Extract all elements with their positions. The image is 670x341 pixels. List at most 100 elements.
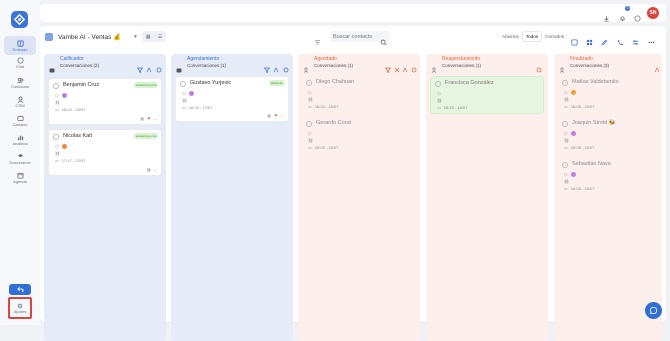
sidebar-item-crm[interactable]: CRM	[0, 95, 40, 108]
chevron-down-icon[interactable]: ⌄	[281, 113, 284, 118]
contact-card[interactable]: Matías Valdebenito ⬡ ⛓ ▭ 16:08 - 16/07	[558, 76, 658, 114]
link-icon: ⛓	[564, 138, 570, 143]
gear-icon[interactable]	[283, 60, 290, 73]
column-title: Agendado	[314, 56, 337, 62]
link-icon: ⛓	[55, 100, 61, 105]
contact-card[interactable]: Joaquin Strobl 🐝 ⬡ ⛓ ▭ 16:08 - 16/07	[558, 117, 658, 155]
link-icon: ⛓	[55, 151, 61, 156]
kanban-column-finalizado: Finalizado Conversaciones (3) Matías Val…	[554, 54, 662, 341]
status-badge: asistente por ia	[133, 82, 158, 88]
sidebar-item-contactos[interactable]: Contactos	[0, 76, 40, 89]
contact-card[interactable]: Francisca González ⬡ ⛓ ▭ 16:10 - 16/07	[430, 76, 544, 114]
card-date: 16:24 - 16/07	[314, 104, 339, 109]
contact-card[interactable]: Sebastián Nava ⬡ ⛓ ▭ 16:06 - 16/07	[558, 158, 658, 196]
card-date: 16:34 - 17/07	[188, 105, 213, 110]
sidebar: Embudo Chat Contactos CRM Canales Analit…	[0, 0, 40, 325]
sidebar-item-agenda[interactable]: Agenda	[0, 171, 40, 184]
automation-icon[interactable]	[273, 60, 280, 73]
link-row: ⛓	[182, 98, 187, 103]
filter-icon[interactable]	[263, 60, 271, 74]
gear-icon[interactable]	[536, 60, 543, 73]
user-icon	[559, 60, 566, 73]
automation-icon[interactable]	[654, 60, 661, 73]
sidebar-item-label: Contactos	[10, 84, 29, 89]
card-date: 16:08 - 16/07	[570, 145, 595, 150]
sidebar-item-chat[interactable]: Chat	[0, 56, 40, 69]
tag-icon: ⬡	[55, 93, 59, 98]
shuffle-icon[interactable]	[394, 60, 401, 73]
calendar-icon: ▭	[55, 107, 59, 112]
link-row: ⛓	[55, 100, 60, 105]
search-icon[interactable]	[380, 33, 387, 46]
contact-name: Nicolas Kalt	[63, 133, 93, 139]
link-row: ⛓	[308, 138, 313, 143]
layout-icon[interactable]	[586, 33, 594, 46]
avatar	[435, 81, 441, 87]
filter-icon[interactable]	[384, 60, 392, 74]
card-date: 17:17 - 22/07	[61, 158, 86, 163]
edit-icon[interactable]	[601, 33, 609, 46]
list-view-icon[interactable]: ☰	[158, 34, 162, 40]
flag-icon[interactable]: ⚑	[274, 113, 278, 118]
contact-card[interactable]: Nicolas Kalt asistente por ia ⬡ ⛓ ▭ 17:17…	[48, 129, 162, 176]
tag-row: ⬡	[564, 172, 576, 177]
automation-icon[interactable]	[402, 60, 409, 73]
download-icon[interactable]	[603, 9, 611, 22]
agent-avatar-dot	[570, 90, 576, 95]
link-icon: ⛓	[564, 179, 570, 184]
column-count: Conversaciones (1)	[442, 63, 482, 68]
sidebar-item-canales[interactable]: Canales	[0, 114, 40, 127]
more-options-icon[interactable]	[648, 33, 656, 44]
column-title: Reagendamiento	[442, 56, 481, 62]
chevron-down-icon[interactable]: ⌄	[154, 167, 157, 172]
segment-cerrados[interactable]: Cerrados	[542, 32, 567, 41]
automation-icon[interactable]	[146, 60, 153, 73]
tag-icon: ⬡	[182, 91, 186, 96]
view-toggle[interactable]: ▦ ☰	[142, 31, 166, 42]
grid-view-icon[interactable]: ▦	[146, 34, 151, 40]
board-icon	[45, 33, 53, 41]
link-icon: ⛓	[437, 98, 443, 103]
sliders-icon[interactable]	[632, 33, 640, 45]
contact-card[interactable]: Diego Chahuan ⬡ ⛓ ▭ 16:24 - 16/07	[302, 76, 416, 114]
board-panel: Vambe AI - Ventas 💰 ▼ ▦ ☰ Abiertos Todos…	[40, 26, 666, 341]
column-count: Conversaciones (1)	[314, 63, 354, 68]
contact-card[interactable]: Gerardo Cood ⬡ ⛓ ▭ 16:02 - 16/07	[302, 117, 416, 155]
link-row: ⛓	[308, 97, 313, 102]
sidebar-item-analitica[interactable]: Analitica	[0, 133, 40, 146]
column-header: Finalizado Conversaciones (3)	[554, 54, 662, 73]
segment-todos[interactable]: Todos	[521, 31, 543, 42]
agent-avatar-dot	[61, 144, 67, 149]
phone-icon[interactable]	[617, 33, 625, 46]
help-icon[interactable]	[634, 9, 642, 22]
sidebar-item-ecommerce[interactable]: Ecommerce	[0, 152, 40, 165]
calendar-icon[interactable]: ▦	[267, 113, 271, 118]
segment-abiertos[interactable]: Abiertos	[499, 32, 522, 41]
gear-icon[interactable]	[156, 60, 163, 73]
flag-icon[interactable]: ⚑	[147, 116, 151, 121]
calendar-icon: ▭	[564, 104, 568, 109]
app-logo[interactable]	[11, 11, 28, 28]
contact-card[interactable]: Gustavo Yurjevic asistente ⬡ ⛓ ▭ 16:34 - …	[175, 76, 289, 122]
board-selector[interactable]: Vambe AI - Ventas 💰 ▼	[58, 31, 138, 43]
link-row: ⛓	[55, 151, 60, 156]
status-badge: asistente	[268, 80, 285, 86]
contact-card[interactable]: Benjamin Cruz asistente por ia ⬡ ⛓ ▭ 18:0…	[48, 78, 162, 125]
card-date: 16:06 - 16/07	[570, 186, 595, 191]
sidebar-item-embudo[interactable]: Embudo	[4, 36, 36, 56]
export-icon[interactable]	[571, 33, 579, 46]
chevron-down-icon[interactable]: ⌄	[154, 116, 157, 121]
sidebar-item-label: Analitica	[12, 141, 28, 146]
chat-support-button[interactable]	[645, 302, 662, 319]
filter-icon[interactable]	[136, 60, 144, 74]
calendar-icon[interactable]: ▦	[140, 116, 144, 121]
calendar-icon[interactable]: ▦	[147, 167, 151, 172]
gear-icon[interactable]	[411, 60, 418, 73]
robot-icon	[49, 60, 56, 73]
collapse-sidebar-button[interactable]	[9, 284, 31, 295]
sidebar-item-ajustes[interactable]: Ajustes	[8, 297, 32, 319]
user-avatar[interactable]: SN	[647, 7, 659, 19]
filter-icon[interactable]	[314, 33, 322, 45]
user-icon	[431, 60, 438, 73]
link-icon: ⛓	[308, 138, 314, 143]
